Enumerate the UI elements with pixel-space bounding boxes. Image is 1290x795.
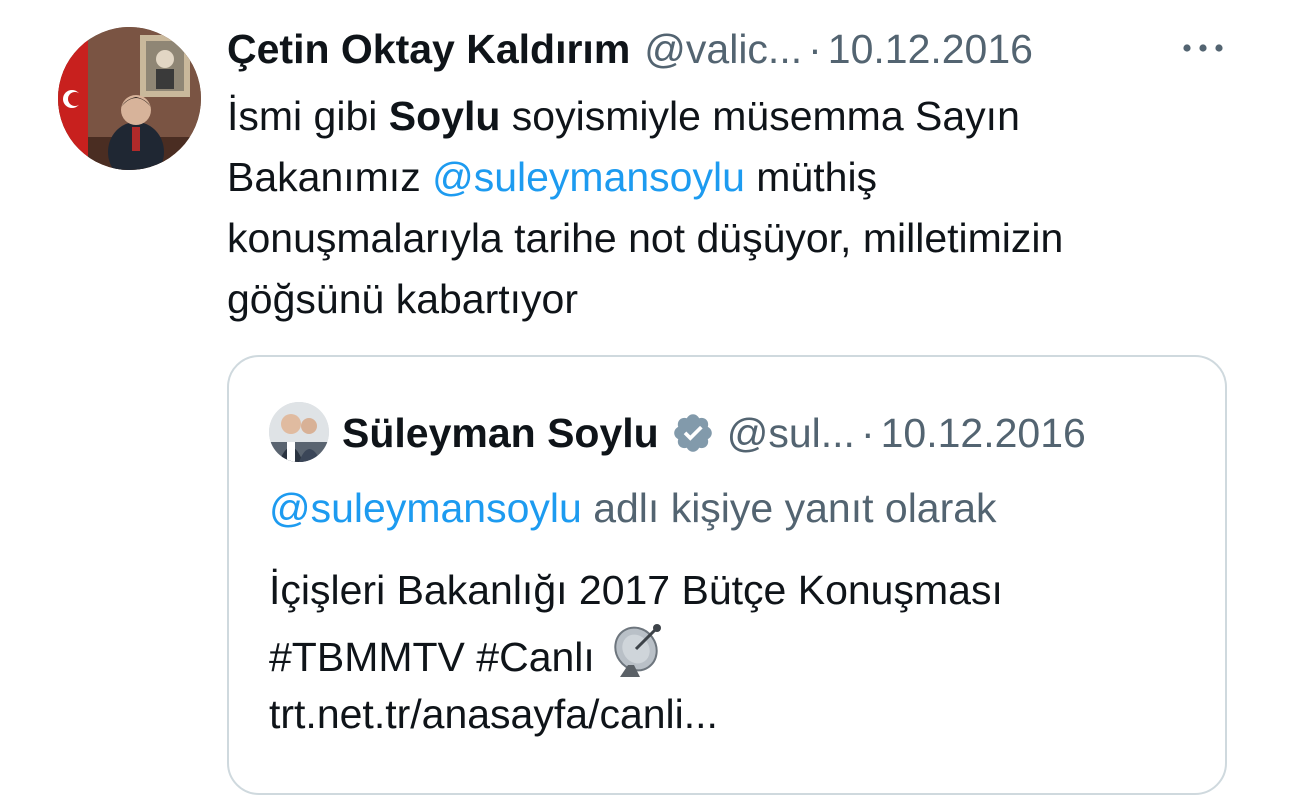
text-segment: Bakanımız [227,154,433,200]
tweet-text-line-1: İsmi gibi Soylu soyismiyle müsemma Sayın [227,86,1247,147]
verified-badge-icon [671,411,715,455]
author-name[interactable]: Çetin Oktay Kaldırım [227,26,630,73]
text-segment: İsmi gibi [227,93,389,139]
reply-mention-link[interactable]: @suleymansoylu [269,485,582,531]
quoted-tweet[interactable]: Süleyman Soylu @sul... · 10.12.2016 @sul… [227,355,1227,795]
satellite-antenna-icon [606,621,666,681]
reply-context: @suleymansoylu adlı kişiye yanıt olarak [269,485,997,532]
quoted-tweet-date[interactable]: 10.12.2016 [881,410,1086,457]
tweet-text: İsmi gibi Soylu soyismiyle müsemma Sayın… [227,86,1247,330]
more-icon[interactable] [1180,38,1226,58]
quoted-author-name[interactable]: Süleyman Soylu [342,410,659,457]
separator-dot: · [808,25,822,72]
quoted-author-avatar[interactable] [269,402,329,462]
text-segment: müthiş [744,154,878,200]
separator-dot: · [860,409,875,456]
tweet-text-line-3: konuşmalarıyla tarihe not düşüyor, mille… [227,215,1064,261]
tweet-header: Çetin Oktay Kaldırım @valic... · 10.12.2… [227,22,1033,76]
quoted-tweet-text: İçişleri Bakanlığı 2017 Bütçe Konuşması … [269,559,1209,745]
author-handle[interactable]: @valic... [644,26,802,73]
tweet-text-line-4: göğsünü kabartıyor [227,276,579,322]
bold-text: Soylu [388,93,501,139]
text-segment: soyismiyle müsemma Sayın [500,93,1020,139]
tweet-date[interactable]: 10.12.2016 [828,26,1033,73]
tweet-text-line-2: Bakanımız @suleymansoylu müthiş [227,147,1247,208]
quoted-author-handle[interactable]: @sul... [727,410,855,457]
reply-context-text: adlı kişiye yanıt olarak [581,485,997,531]
author-avatar[interactable] [58,27,201,170]
mention-link[interactable]: @suleymansoylu [432,154,745,200]
hashtags[interactable]: #TBMMTV #Canlı [269,634,606,680]
quoted-text-line-1: İçişleri Bakanlığı 2017 Bütçe Konuşması [269,567,1003,613]
quoted-text-line-2: #TBMMTV #Canlı [269,621,1209,683]
quoted-tweet-header: Süleyman Soylu @sul... · 10.12.2016 [342,403,1086,463]
link-preview-url[interactable]: trt.net.tr/anasayfa/canli... [269,683,1209,745]
